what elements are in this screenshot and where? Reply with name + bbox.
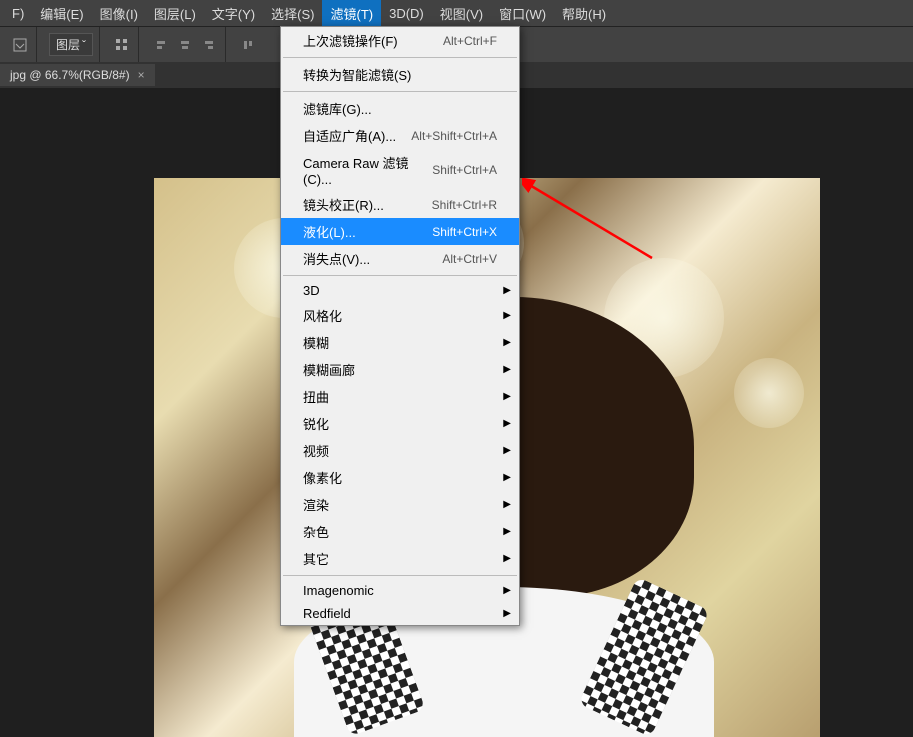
menu-item-label: 自适应广角(A)... xyxy=(303,126,396,145)
align-left-icon[interactable] xyxy=(151,35,171,55)
menu-item[interactable]: Redfield ▶ xyxy=(281,602,519,625)
menu-item-label: Imagenomic xyxy=(303,583,374,598)
dropdown-icon[interactable] xyxy=(10,35,30,55)
menubar-item[interactable]: 窗口(W) xyxy=(491,0,554,27)
menubar-item[interactable]: 滤镜(T) xyxy=(322,0,381,27)
menu-item[interactable]: 镜头校正(R)... Shift+Ctrl+R xyxy=(281,191,519,218)
menu-item-label: Camera Raw 滤镜(C)... xyxy=(303,153,432,187)
menu-item-label: 上次滤镜操作(F) xyxy=(303,31,398,50)
filter-menu-dropdown: 上次滤镜操作(F) Alt+Ctrl+F 转换为智能滤镜(S) 滤镜库(G)... 自适… xyxy=(280,26,520,626)
menubar-item[interactable]: F) xyxy=(4,2,32,25)
menu-item-label: 视频 xyxy=(303,441,329,460)
menu-item[interactable]: 视频 ▶ xyxy=(281,437,519,464)
menu-item[interactable]: 自适应广角(A)... Alt+Shift+Ctrl+A xyxy=(281,122,519,149)
submenu-arrow-icon: ▶ xyxy=(503,310,511,321)
submenu-arrow-icon: ▶ xyxy=(503,445,511,456)
menubar-item[interactable]: 文字(Y) xyxy=(204,0,263,27)
menu-item[interactable]: 风格化 ▶ xyxy=(281,302,519,329)
tab-title: jpg @ 66.7%(RGB/8#) xyxy=(10,68,130,82)
menu-item[interactable]: 模糊 ▶ xyxy=(281,329,519,356)
submenu-arrow-icon: ▶ xyxy=(503,337,511,348)
align-center-h-icon[interactable] xyxy=(175,35,195,55)
menubar-item[interactable]: 3D(D) xyxy=(381,2,432,25)
menu-separator xyxy=(283,91,517,92)
menu-item[interactable]: 锐化 ▶ xyxy=(281,410,519,437)
menu-item[interactable]: 其它 ▶ xyxy=(281,545,519,572)
menubar-item[interactable]: 图像(I) xyxy=(92,0,146,27)
menu-item-label: 液化(L)... xyxy=(303,222,356,241)
menu-shortcut: Alt+Shift+Ctrl+A xyxy=(411,129,497,143)
submenu-arrow-icon: ▶ xyxy=(503,585,511,596)
submenu-arrow-icon: ▶ xyxy=(503,526,511,537)
align-tool-icon[interactable] xyxy=(112,35,132,55)
menu-item-label: 3D xyxy=(303,283,320,298)
menu-item[interactable]: 滤镜库(G)... xyxy=(281,95,519,122)
menu-shortcut: Shift+Ctrl+R xyxy=(432,198,497,212)
submenu-arrow-icon: ▶ xyxy=(503,499,511,510)
menubar: F)编辑(E)图像(I)图层(L)文字(Y)选择(S)滤镜(T)3D(D)视图(… xyxy=(0,0,913,26)
submenu-arrow-icon: ▶ xyxy=(503,608,511,619)
menu-item[interactable]: 像素化 ▶ xyxy=(281,464,519,491)
menu-item[interactable]: 渲染 ▶ xyxy=(281,491,519,518)
layer-label: 图层 xyxy=(56,36,80,53)
menu-item[interactable]: 扭曲 ▶ xyxy=(281,383,519,410)
submenu-arrow-icon: ▶ xyxy=(503,391,511,402)
layer-select[interactable]: 图层 ˇ xyxy=(49,33,93,56)
document-tab[interactable]: jpg @ 66.7%(RGB/8#) × xyxy=(0,64,155,86)
menu-separator xyxy=(283,275,517,276)
menu-separator xyxy=(283,57,517,58)
menu-item-label: 转换为智能滤镜(S) xyxy=(303,65,411,84)
menu-shortcut: Shift+Ctrl+X xyxy=(432,225,497,239)
menu-item[interactable]: 杂色 ▶ xyxy=(281,518,519,545)
menubar-item[interactable]: 编辑(E) xyxy=(32,0,91,27)
menu-item-label: 锐化 xyxy=(303,414,329,433)
menu-item-label: 风格化 xyxy=(303,306,342,325)
menu-item[interactable]: 消失点(V)... Alt+Ctrl+V xyxy=(281,245,519,272)
menu-item[interactable]: 模糊画廊 ▶ xyxy=(281,356,519,383)
menubar-item[interactable]: 图层(L) xyxy=(146,0,204,27)
close-icon[interactable]: × xyxy=(138,68,145,82)
menu-item-label: 渲染 xyxy=(303,495,329,514)
menu-item-label: 消失点(V)... xyxy=(303,249,370,268)
menu-separator xyxy=(283,575,517,576)
menu-shortcut: Alt+Ctrl+F xyxy=(443,34,497,48)
submenu-arrow-icon: ▶ xyxy=(503,553,511,564)
menu-shortcut: Shift+Ctrl+A xyxy=(432,163,497,177)
submenu-arrow-icon: ▶ xyxy=(503,472,511,483)
submenu-arrow-icon: ▶ xyxy=(503,418,511,429)
submenu-arrow-icon: ▶ xyxy=(503,364,511,375)
menu-item-label: Redfield xyxy=(303,606,351,621)
align-right-icon[interactable] xyxy=(199,35,219,55)
menu-item[interactable]: 3D ▶ xyxy=(281,279,519,302)
menu-item-label: 其它 xyxy=(303,549,329,568)
menu-item-label: 扭曲 xyxy=(303,387,329,406)
chevron-down-icon: ˇ xyxy=(82,38,86,52)
submenu-arrow-icon: ▶ xyxy=(503,285,511,296)
align-top-icon[interactable] xyxy=(238,35,258,55)
menu-item[interactable]: Camera Raw 滤镜(C)...Shift+Ctrl+A xyxy=(281,149,519,191)
menu-item[interactable]: 转换为智能滤镜(S) xyxy=(281,61,519,88)
menu-item[interactable]: 上次滤镜操作(F) Alt+Ctrl+F xyxy=(281,27,519,54)
menubar-item[interactable]: 视图(V) xyxy=(432,0,491,27)
menu-item[interactable]: 液化(L)... Shift+Ctrl+X xyxy=(281,218,519,245)
menu-item-label: 滤镜库(G)... xyxy=(303,99,372,118)
menubar-item[interactable]: 选择(S) xyxy=(263,0,322,27)
menu-item-label: 像素化 xyxy=(303,468,342,487)
menu-item-label: 杂色 xyxy=(303,522,329,541)
menu-item-label: 模糊 xyxy=(303,333,329,352)
menu-item-label: 模糊画廊 xyxy=(303,360,355,379)
menubar-item[interactable]: 帮助(H) xyxy=(554,0,614,27)
menu-item[interactable]: Imagenomic ▶ xyxy=(281,579,519,602)
menu-item-label: 镜头校正(R)... xyxy=(303,195,384,214)
menu-shortcut: Alt+Ctrl+V xyxy=(442,252,497,266)
